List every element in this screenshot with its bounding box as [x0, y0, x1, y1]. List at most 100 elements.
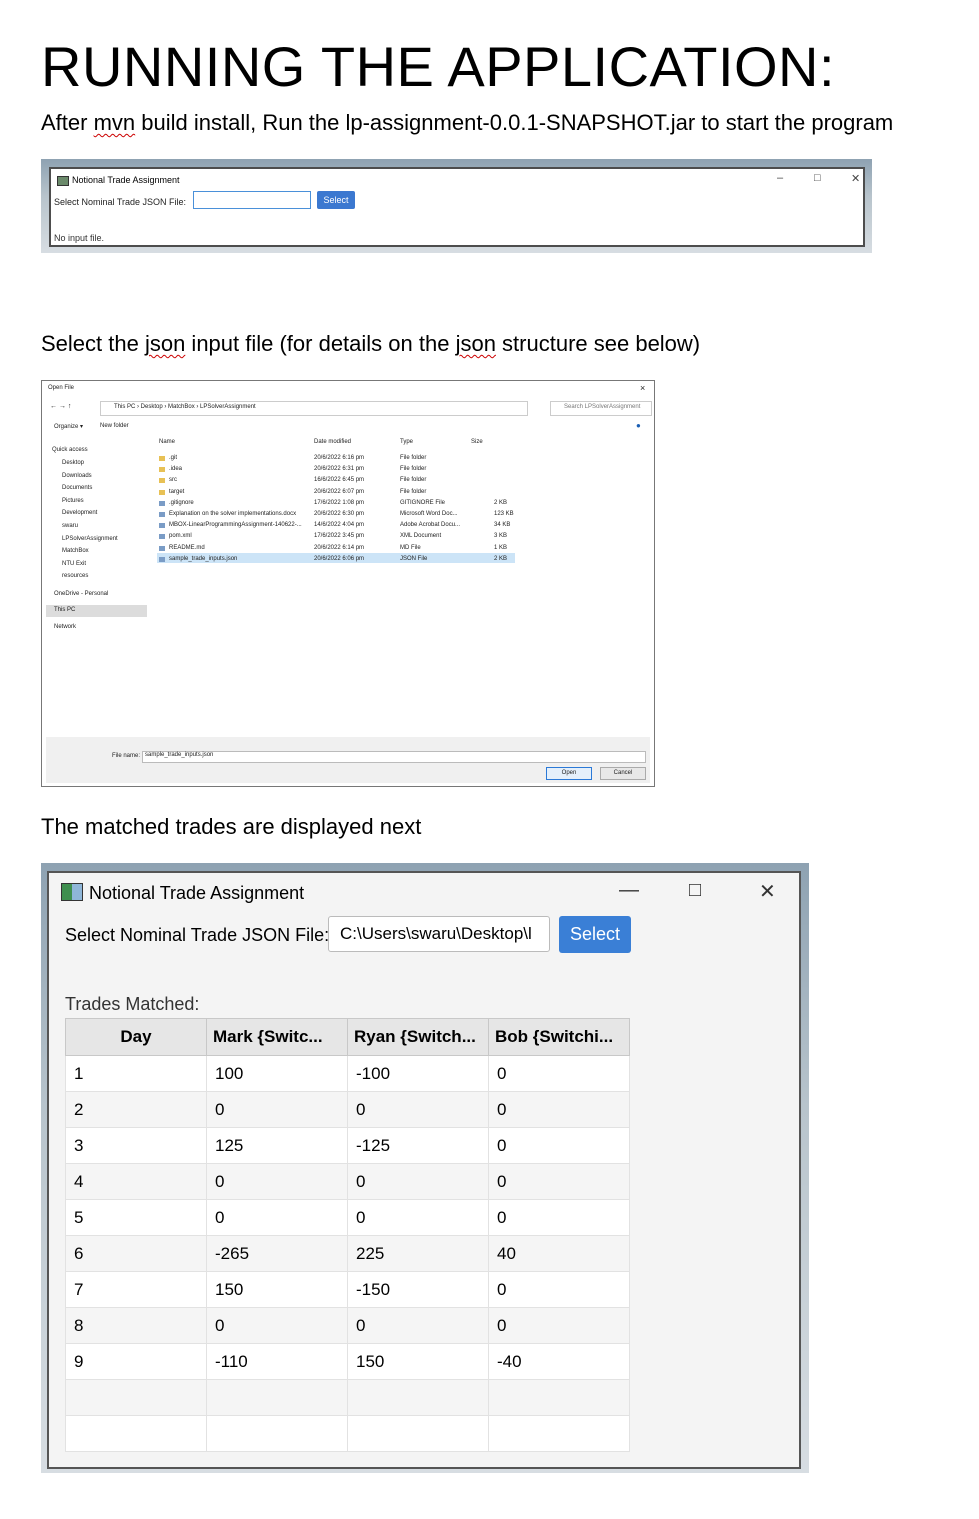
file-name[interactable]: pom.xml	[169, 533, 192, 539]
table-cell: 0	[347, 1163, 489, 1200]
minimize-button-large[interactable]: —	[619, 879, 639, 902]
file-date: 20/6/2022 6:07 pm	[314, 488, 365, 495]
table-cell: 5	[65, 1199, 207, 1236]
file-date: 14/6/2022 4:04 pm	[314, 522, 365, 529]
file-name[interactable]: target	[169, 489, 184, 495]
file-date: 20/6/2022 6:14 pm	[314, 544, 365, 551]
app-icon-large	[61, 883, 83, 901]
table-row[interactable]: 1 100 -100 0	[65, 1055, 630, 1092]
file-name[interactable]: MBOX-LinearProgrammingAssignment-140622-…	[169, 522, 302, 528]
file-name[interactable]: README.md	[169, 545, 205, 551]
table-row-empty[interactable]	[65, 1415, 630, 1452]
dialog-close-icon[interactable]: ×	[640, 383, 645, 393]
file-size: 1 KB	[494, 544, 508, 551]
file-name[interactable]: src	[169, 477, 177, 483]
screenshot-open-file-dialog: Open File × ← → ↑ This PC › Desktop › Ma…	[41, 380, 655, 787]
table-cell: 150	[206, 1271, 348, 1308]
instruction-run-start: After	[41, 110, 94, 135]
sidebar-item[interactable]: Development	[62, 510, 97, 516]
column-mark[interactable]: Mark {Switc...	[206, 1018, 348, 1056]
json-file-input-large[interactable]: C:\Users\swaru\Desktop\l	[328, 916, 550, 952]
close-button-large[interactable]: ✕	[759, 879, 776, 904]
sidebar-item[interactable]: Documents	[62, 485, 92, 491]
maximize-button[interactable]: □	[814, 172, 821, 184]
select-button[interactable]: Select	[317, 191, 355, 209]
table-cell: 150	[347, 1343, 489, 1380]
json-file-input[interactable]	[193, 191, 311, 209]
screenshot-initial-window: Notional Trade Assignment – □ ✕ Select N…	[41, 159, 872, 253]
instruction-matched: The matched trades are displayed next	[41, 814, 422, 839]
column-date[interactable]: Date modified	[314, 439, 351, 445]
sidebar-item[interactable]: Pictures	[62, 498, 84, 504]
sidebar-item[interactable]: Network	[54, 624, 76, 630]
sidebar-item[interactable]: swaru	[62, 523, 78, 529]
search-placeholder: Search LPSolverAssignment	[564, 404, 641, 410]
table-row[interactable]: 7 150 -150 0	[65, 1271, 630, 1308]
file-size: 3 KB	[494, 533, 508, 540]
app-window-small: Notional Trade Assignment – □ ✕ Select N…	[49, 167, 865, 247]
column-type[interactable]: Type	[400, 439, 413, 445]
table-cell: 9	[65, 1343, 207, 1380]
table-cell: -125	[347, 1127, 489, 1164]
file-size: 34 KB	[494, 522, 511, 529]
file-name[interactable]: .git	[169, 455, 177, 461]
sidebar-item[interactable]: NTU Exit	[62, 561, 86, 567]
filename-input[interactable]: sample_trade_inputs.json	[142, 751, 646, 763]
column-name[interactable]: Name	[159, 439, 175, 445]
table-cell: 3	[65, 1127, 207, 1164]
file-name[interactable]: .gitignore	[169, 500, 194, 506]
select-button-large[interactable]: Select	[559, 916, 631, 953]
sidebar-item[interactable]: Quick access	[52, 447, 88, 453]
file-name[interactable]: sample_trade_inputs.json	[169, 556, 237, 562]
table-row[interactable]: 5000	[65, 1199, 630, 1236]
table-row[interactable]: 2000	[65, 1091, 630, 1128]
sidebar-item[interactable]: resources	[62, 573, 88, 579]
table-row[interactable]: 9 -110 150 -40	[65, 1343, 630, 1380]
sidebar-item[interactable]: This PC	[54, 607, 75, 613]
sidebar-item[interactable]: OneDrive - Personal	[54, 591, 108, 597]
table-row-empty[interactable]	[65, 1379, 630, 1416]
column-size[interactable]: Size	[471, 439, 483, 445]
sidebar-item[interactable]: Desktop	[62, 460, 84, 466]
sidebar-item[interactable]: MatchBox	[62, 548, 89, 554]
table-cell: 1	[65, 1055, 207, 1092]
folder-icon	[159, 456, 165, 461]
dialog-title: Open File	[48, 385, 75, 391]
instruction-select-json-2: json	[455, 331, 496, 356]
sidebar-item[interactable]: Downloads	[62, 473, 92, 479]
table-row[interactable]: 8000	[65, 1307, 630, 1344]
address-path[interactable]: This PC › Desktop › MatchBox › LPSolverA…	[114, 404, 256, 410]
column-ryan[interactable]: Ryan {Switch...	[347, 1018, 489, 1056]
open-button[interactable]: Open	[546, 767, 592, 780]
help-icon[interactable]: ●	[636, 421, 641, 430]
column-day[interactable]: Day	[65, 1018, 207, 1056]
table-row[interactable]: 3 125 -125 0	[65, 1127, 630, 1164]
file-type: JSON File	[400, 555, 428, 562]
file-icon	[159, 556, 165, 562]
table-row[interactable]: 4000	[65, 1163, 630, 1200]
table-cell: 0	[206, 1091, 348, 1128]
file-name[interactable]: .idea	[169, 466, 182, 472]
close-button[interactable]: ✕	[851, 172, 860, 185]
file-name[interactable]: Explanation on the solver implementation…	[169, 511, 296, 517]
column-bob[interactable]: Bob {Switchi...	[488, 1018, 630, 1056]
table-row[interactable]: 6 -265 225 40	[65, 1235, 630, 1272]
minimize-button[interactable]: –	[777, 172, 783, 184]
table-cell: 125	[206, 1127, 348, 1164]
window-title-large-text: Notional Trade Assignment	[89, 883, 305, 903]
cancel-button[interactable]: Cancel	[600, 767, 646, 780]
table-cell: 0	[488, 1271, 630, 1308]
json-file-label: Select Nominal Trade JSON File:	[54, 197, 187, 207]
table-cell	[347, 1379, 489, 1416]
table-cell: -110	[206, 1343, 348, 1380]
instruction-run-end: build install, Run the lp-assignment-0.0…	[135, 110, 894, 135]
instruction-run-mvn: mvn	[93, 110, 136, 135]
nav-arrows-icon[interactable]: ← → ↑	[50, 403, 71, 410]
new-folder-button[interactable]: New folder	[100, 423, 129, 429]
sidebar-item[interactable]: LPSolverAssignment	[62, 536, 118, 542]
organize-button[interactable]: Organize ▾	[54, 423, 83, 430]
table-cell: 40	[488, 1235, 630, 1272]
file-size: 2 KB	[494, 555, 508, 562]
maximize-button-large[interactable]: □	[689, 879, 701, 902]
table-cell: 7	[65, 1271, 207, 1308]
